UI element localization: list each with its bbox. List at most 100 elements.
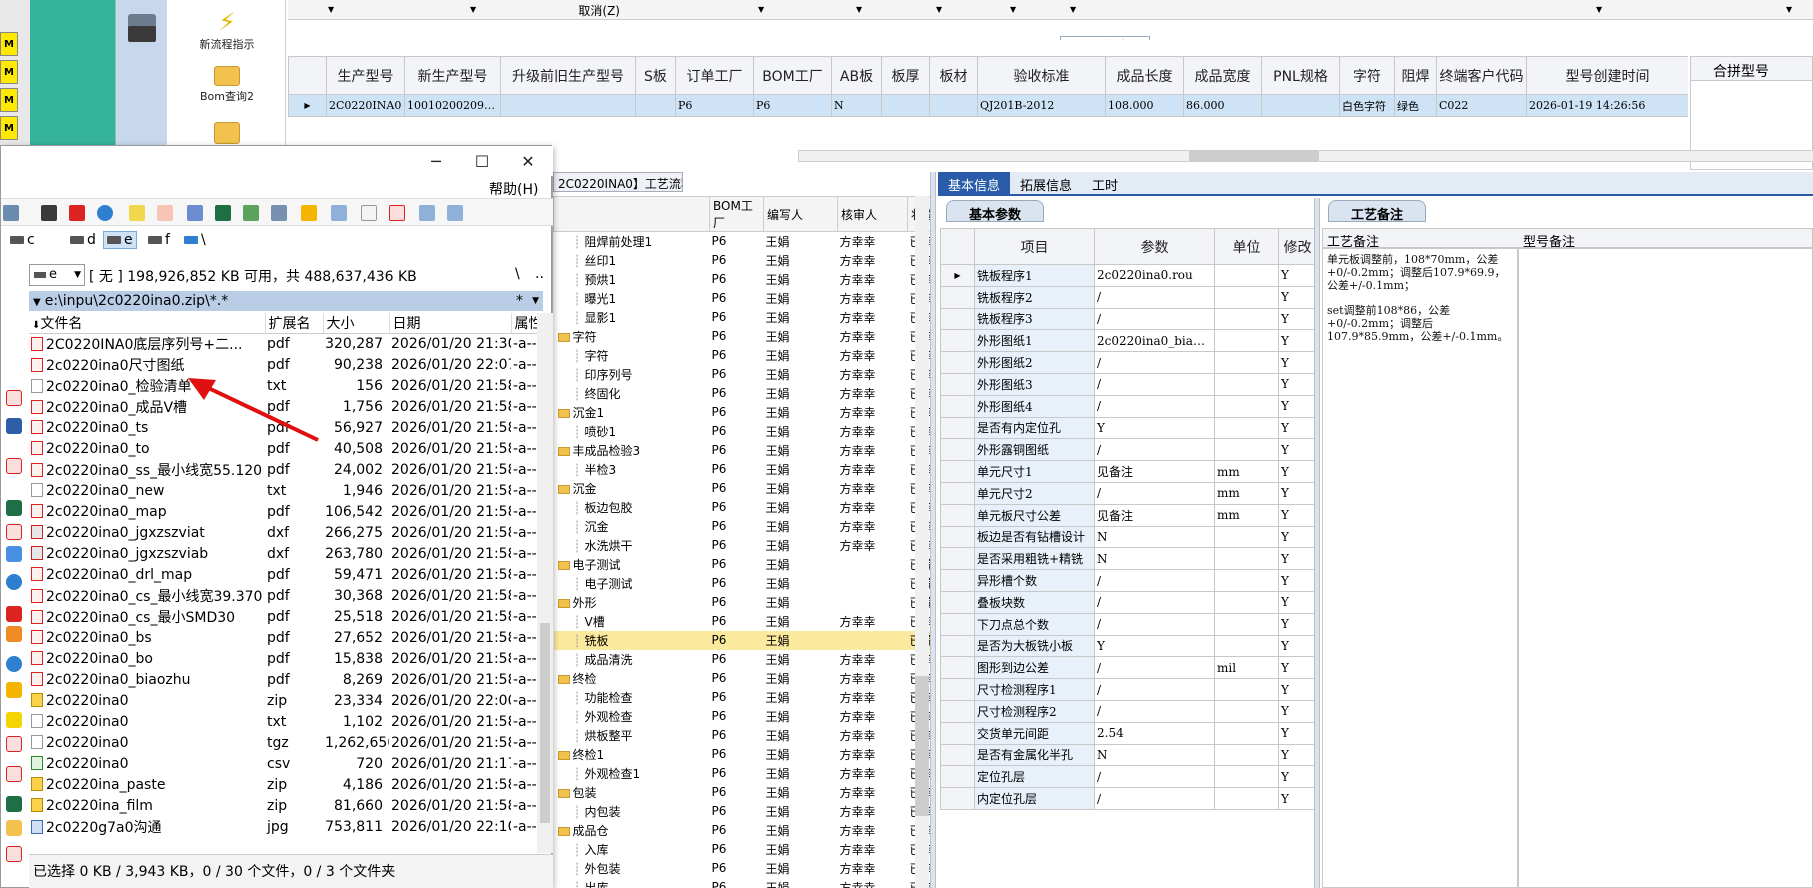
process-row[interactable]: 字符P6王娟方幸幸已审核 [554, 327, 931, 346]
m-button-1[interactable]: M [0, 32, 18, 56]
col-header[interactable]: 项目 [974, 228, 1095, 265]
cell[interactable] [881, 94, 930, 117]
param-value-cell[interactable]: / [1094, 285, 1215, 309]
param-value-cell[interactable]: / [1094, 787, 1215, 810]
param-row[interactable]: 外形图纸4/ Y [940, 394, 1316, 418]
root-button[interactable]: \ [515, 266, 520, 282]
col-header[interactable]: 生产型号 [326, 56, 405, 95]
pdf-icon[interactable] [389, 205, 405, 221]
param-row[interactable]: 是否有金属化半孔 N Y [940, 743, 1316, 767]
col-header-attr[interactable]: 属性 [511, 313, 537, 334]
param-row[interactable]: 定位孔层 / Y [940, 765, 1316, 789]
maximize-icon[interactable]: ☐ [459, 146, 505, 176]
dropdown-arrow-icon[interactable]: ▼ [936, 5, 942, 14]
col-header[interactable]: 阻焊 [1394, 56, 1437, 95]
nav-item-bom-query[interactable]: Bom查询2 [168, 66, 286, 104]
path-bar[interactable]: ▼ e:\inpu\2c0220ina0.zip\*.* * ▼ [29, 291, 543, 311]
col-header[interactable]: PNL规格 [1261, 56, 1340, 95]
splitter[interactable] [1314, 198, 1320, 888]
window-icon[interactable] [331, 205, 347, 221]
col-header[interactable]: 成品长度 [1105, 56, 1184, 95]
dropdown-arrow-icon[interactable]: ▼ [1596, 5, 1602, 14]
param-row[interactable]: 叠板块数 / Y [940, 590, 1316, 614]
file-row[interactable]: 2c0220ina0_bo pdf 15,838 2026/01/20 21:58 -a… [29, 649, 537, 670]
cell[interactable]: 108.000 [1105, 94, 1184, 117]
param-value-cell[interactable]: N [1094, 743, 1215, 767]
param-value-cell[interactable]: 见备注 [1094, 503, 1215, 527]
file-row[interactable]: 2c0220ina0_jgxzszviat dxf 266,275 2026/01/2… [29, 523, 537, 544]
chevron-down-icon[interactable]: ▼ [532, 291, 539, 311]
m-button-3[interactable]: M [0, 88, 18, 112]
warning-icon[interactable] [6, 712, 22, 728]
param-row[interactable]: 尺寸检测程序1/ Y [940, 678, 1316, 701]
window-icon[interactable] [447, 205, 463, 221]
process-row[interactable]: ┊ V槽P6王娟方幸幸已审核 [554, 612, 932, 631]
file-row[interactable]: 2c0220ina_paste zip 4,186 2026/01/20 21:58-… [29, 775, 537, 796]
col-header[interactable]: 成品宽度 [1183, 56, 1262, 95]
cell[interactable] [929, 94, 978, 117]
tab-basic-params[interactable]: 基本参数 [946, 200, 1045, 223]
param-row[interactable]: 下刀点总个数 / Y [940, 612, 1316, 636]
process-row[interactable]: ┊ 烘板整平P6王娟方幸幸已审核 [554, 726, 932, 745]
col-header[interactable]: 参数 [1094, 228, 1215, 265]
drive-select[interactable]: e ▼ [29, 264, 85, 286]
network-icon[interactable] [215, 205, 231, 221]
scroll-thumb[interactable] [915, 676, 929, 816]
param-row[interactable]: 外形图纸2/ Y [940, 351, 1316, 374]
cell[interactable]: P6 [675, 94, 754, 117]
col-header[interactable]: S板 [635, 56, 676, 95]
col-header[interactable] [553, 196, 710, 232]
process-row[interactable]: ┊ 铣板P6王娟已编辑 [553, 630, 931, 650]
minimize-icon[interactable]: ─ [413, 146, 459, 176]
text-a-icon[interactable] [157, 205, 173, 221]
param-value-cell[interactable]: Y [1094, 416, 1215, 440]
process-row[interactable]: ┊ 字符P6王娟方幸幸已审核 [554, 346, 932, 365]
process-row[interactable]: ┊ 电子测试P6王娟已编辑 [554, 574, 932, 593]
tab-basic-info[interactable]: 基本信息 [938, 172, 1011, 194]
model-remarks-cell[interactable] [1518, 248, 1813, 888]
close-icon[interactable]: ✕ [505, 146, 551, 176]
chat-icon[interactable] [6, 546, 22, 562]
param-row[interactable]: 板边是否有钻槽设计 N Y [940, 525, 1316, 549]
device-icon[interactable] [128, 26, 156, 42]
drive-e[interactable]: e [103, 231, 137, 249]
process-row[interactable]: 外形P6王娟已编辑 [554, 593, 931, 612]
cell[interactable] [635, 94, 676, 117]
file-row[interactable]: 2c0220g7a0沟通 jpg 753,811 2026/01/20 22:10 -a… [29, 817, 537, 838]
process-row[interactable]: ┊ 外观检查P6王娟方幸幸已审核 [554, 707, 932, 726]
network-icon[interactable] [6, 500, 22, 516]
param-value-cell[interactable]: / [1094, 656, 1215, 680]
cell[interactable]: 绿色 [1394, 94, 1437, 117]
process-row[interactable]: ┊ 预烘1P6王娟方幸幸已审核 [554, 270, 932, 289]
col-header-ext[interactable]: 扩展名 [265, 313, 324, 334]
tab-extended-info[interactable]: 拓展信息 [1010, 172, 1082, 194]
col-header[interactable]: 型号创建时间 [1526, 56, 1688, 95]
param-value-cell[interactable]: / [1094, 678, 1215, 701]
m-button-2[interactable]: M [0, 60, 18, 84]
process-row[interactable]: ┊ 终固化P6王娟方幸幸已审核 [554, 384, 932, 403]
cancel-button[interactable]: 取消(Z) [470, 2, 620, 19]
param-row[interactable]: 交货单元间距 2.54 Y [940, 721, 1316, 745]
pdf-icon[interactable] [69, 205, 85, 221]
file-row[interactable]: 2c0220ina0 csv 720 2026/01/20 21:17 -a-- [29, 754, 537, 775]
param-value-cell[interactable]: / [1094, 765, 1215, 789]
param-value-cell[interactable]: 2.54 [1094, 721, 1215, 745]
process-row[interactable]: ┊ 板边包胶P6王娟方幸幸已审核 [554, 498, 932, 517]
param-row[interactable]: 异形槽个数 / Y [940, 569, 1316, 592]
col-header[interactable]: 修改 [1278, 228, 1316, 265]
param-value-cell[interactable]: / [1094, 438, 1215, 462]
cell[interactable]: 2C0220INA0 [326, 94, 405, 117]
drive-network[interactable]: \ [181, 231, 209, 249]
col-header[interactable]: 订单工厂 [675, 56, 754, 95]
pdf-icon[interactable] [6, 846, 22, 862]
image-icon[interactable] [6, 626, 22, 642]
col-header[interactable]: 终端客户代码 [1436, 56, 1527, 95]
shield-icon[interactable] [301, 205, 317, 221]
param-row[interactable]: 外形图纸1 2c0220ina0_biaoz... Y [940, 329, 1316, 353]
col-header[interactable]: 核审人 [837, 196, 908, 232]
process-row[interactable]: 成品仓P6王娟方幸幸已审核 [554, 821, 931, 840]
cell[interactable]: N [831, 94, 882, 117]
process-row[interactable]: 终检P6王娟方幸幸已审核 [554, 669, 931, 688]
text-icon[interactable] [129, 205, 145, 221]
process-row[interactable]: ┊ 外包装P6王娟方幸幸已审核 [554, 859, 932, 878]
